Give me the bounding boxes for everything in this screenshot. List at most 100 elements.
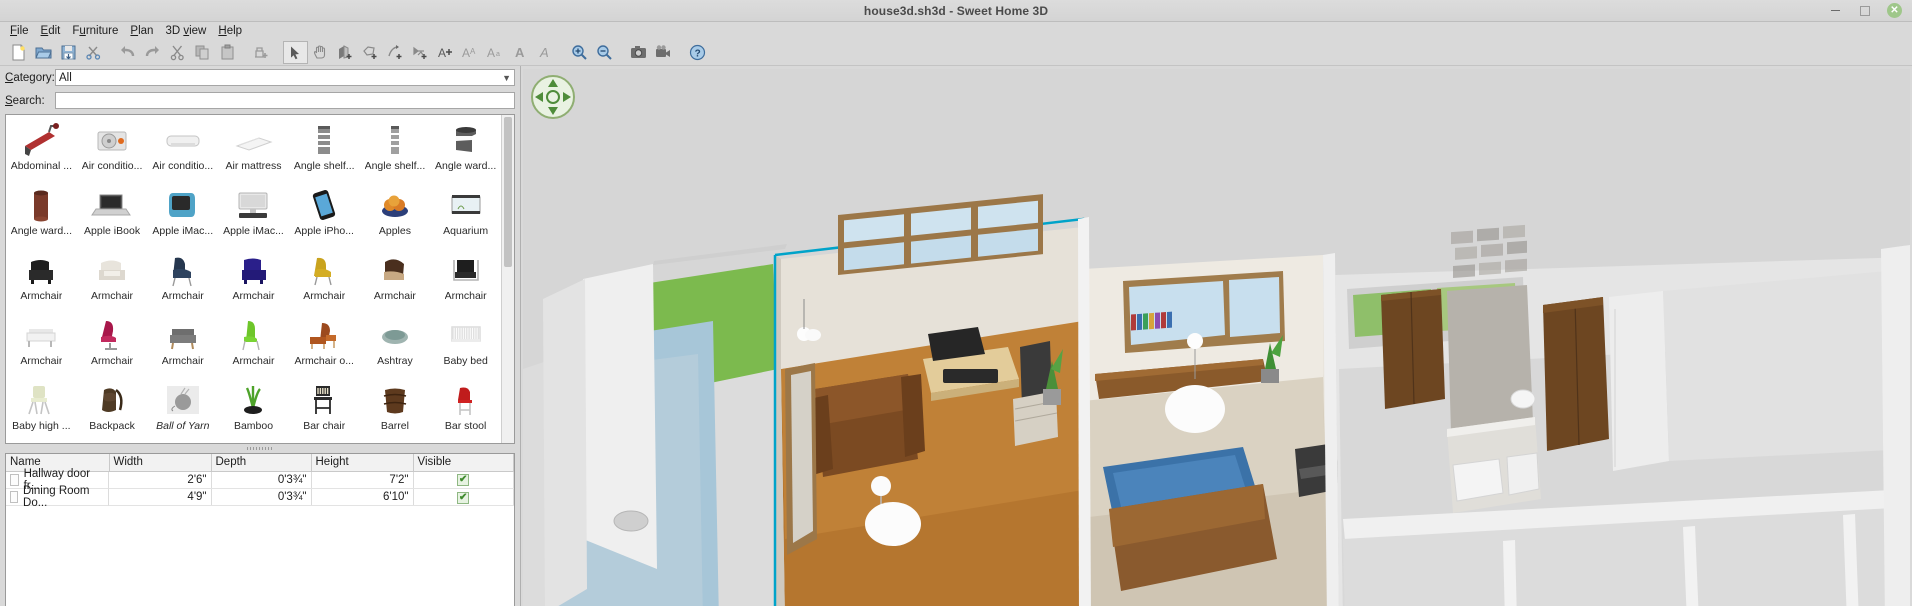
- home-3d-view[interactable]: [523, 69, 1910, 606]
- menu-file[interactable]: File: [4, 24, 35, 38]
- catalog-item[interactable]: Bar stool: [6, 440, 77, 443]
- catalog-item[interactable]: Angle shelf...: [289, 115, 360, 180]
- undo-button[interactable]: [115, 41, 140, 64]
- photo-button[interactable]: [626, 41, 651, 64]
- create-dimensions-button[interactable]: [408, 41, 433, 64]
- menu-help[interactable]: Help: [212, 24, 248, 38]
- paste-button[interactable]: [215, 41, 240, 64]
- minimize-button[interactable]: [1827, 3, 1843, 19]
- close-button[interactable]: ✕: [1887, 3, 1902, 18]
- armchair-green-icon: [225, 313, 281, 355]
- cut-button[interactable]: [165, 41, 190, 64]
- pan-tool-button[interactable]: [308, 41, 333, 64]
- decrease-text-size-button[interactable]: Aa: [483, 41, 508, 64]
- left-pane-splitter[interactable]: [0, 444, 520, 453]
- catalog-item[interactable]: Air conditio...: [147, 115, 218, 180]
- column-header-height[interactable]: Height: [311, 454, 414, 472]
- catalog-item[interactable]: Baby bed: [430, 310, 501, 375]
- category-combobox[interactable]: All ▼: [55, 69, 515, 86]
- catalog-item-label: Aquarium: [443, 225, 489, 237]
- catalog-item[interactable]: Armchair: [147, 310, 218, 375]
- catalog-item-label: Air mattress: [225, 160, 282, 172]
- catalog-item[interactable]: Angle shelf...: [360, 115, 431, 180]
- catalog-item[interactable]: Abdominal ...: [6, 115, 77, 180]
- air-conditioner-outdoor-icon: [84, 118, 140, 160]
- create-polylines-button[interactable]: [383, 41, 408, 64]
- redo-button[interactable]: [140, 41, 165, 64]
- catalog-item[interactable]: Air mattress: [218, 115, 289, 180]
- catalog-item[interactable]: Apple iMac...: [218, 180, 289, 245]
- menu-3d-view[interactable]: 3D view: [159, 24, 212, 38]
- search-input[interactable]: [55, 92, 515, 109]
- air-conditioner-split-icon: [155, 118, 211, 160]
- catalog-item[interactable]: Armchair: [360, 245, 431, 310]
- copy-button[interactable]: [190, 41, 215, 64]
- catalog-item[interactable]: Apple iBook: [77, 180, 148, 245]
- open-button[interactable]: [31, 41, 56, 64]
- catalog-item[interactable]: Apple iPho...: [289, 180, 360, 245]
- zoom-out-button[interactable]: [592, 41, 617, 64]
- catalog-item[interactable]: Armchair: [147, 245, 218, 310]
- backpack-icon: [84, 378, 140, 420]
- ashtray-icon: [367, 313, 423, 355]
- help-button[interactable]: ?: [685, 41, 710, 64]
- catalog-item[interactable]: Angle ward...: [6, 180, 77, 245]
- cell-visible[interactable]: ✔: [413, 488, 514, 506]
- video-button[interactable]: [651, 41, 676, 64]
- catalog-item[interactable]: Backpack: [77, 375, 148, 440]
- create-rooms-button[interactable]: [358, 41, 383, 64]
- menu-furniture[interactable]: Furniture: [66, 24, 124, 38]
- catalog-item-label: Armchair: [161, 355, 204, 367]
- catalog-item-label: Barrel: [380, 420, 409, 432]
- increase-text-size-button[interactable]: AA: [458, 41, 483, 64]
- new-home-button[interactable]: [6, 41, 31, 64]
- catalog-item[interactable]: Armchair: [6, 245, 77, 310]
- maximize-button[interactable]: [1857, 3, 1873, 19]
- column-header-width[interactable]: Width: [109, 454, 212, 472]
- zoom-in-button[interactable]: [567, 41, 592, 64]
- cell-visible[interactable]: ✔: [413, 471, 514, 489]
- catalog-item[interactable]: Bamboo: [218, 375, 289, 440]
- save-button[interactable]: [56, 41, 81, 64]
- catalog-item[interactable]: Armchair: [430, 245, 501, 310]
- select-tool-button[interactable]: [283, 41, 308, 64]
- catalog-item[interactable]: Apples: [360, 180, 431, 245]
- catalog-item[interactable]: Apple iMac...: [147, 180, 218, 245]
- bold-style-button[interactable]: A: [508, 41, 533, 64]
- catalog-item[interactable]: Angle ward...: [430, 115, 501, 180]
- catalog-item[interactable]: Armchair: [218, 310, 289, 375]
- catalog-item[interactable]: Baby high ...: [6, 375, 77, 440]
- visible-checkbox[interactable]: ✔: [457, 491, 470, 504]
- table-row[interactable]: Dining Room Do... 4'9" 0'3¾" 6'10" ✔: [6, 485, 514, 509]
- catalog-item[interactable]: Armchair: [218, 245, 289, 310]
- catalog-item[interactable]: Armchair o...: [289, 310, 360, 375]
- svg-text:A: A: [487, 46, 495, 60]
- add-furniture-button[interactable]: [249, 41, 274, 64]
- catalog-scrollbar-thumb[interactable]: [504, 117, 512, 267]
- menu-plan[interactable]: Plan: [124, 24, 159, 38]
- create-walls-button[interactable]: [333, 41, 358, 64]
- navigation-compass[interactable]: [529, 73, 577, 121]
- catalog-item[interactable]: Armchair: [6, 310, 77, 375]
- column-header-depth[interactable]: Depth: [211, 454, 312, 472]
- menu-edit[interactable]: Edit: [35, 24, 67, 38]
- catalog-item[interactable]: Air conditio...: [77, 115, 148, 180]
- catalog-item[interactable]: Barrel: [360, 375, 431, 440]
- catalog-item[interactable]: Bar chair: [289, 375, 360, 440]
- add-text-button[interactable]: A: [433, 41, 458, 64]
- catalog-item[interactable]: Aquarium: [430, 180, 501, 245]
- catalog-item[interactable]: Bar stool: [430, 375, 501, 440]
- svg-text:A: A: [470, 47, 476, 56]
- catalog-item[interactable]: Armchair: [289, 245, 360, 310]
- catalog-item-label: Ball of Yarn: [156, 420, 210, 432]
- catalog-item[interactable]: Ball of Yarn: [147, 375, 218, 440]
- catalog-scrollbar[interactable]: [501, 115, 514, 443]
- italic-style-button[interactable]: A: [533, 41, 558, 64]
- catalog-item[interactable]: Armchair: [77, 245, 148, 310]
- preferences-button[interactable]: [81, 41, 106, 64]
- catalog-item[interactable]: Ashtray: [360, 310, 431, 375]
- column-header-visible[interactable]: Visible: [413, 454, 514, 472]
- catalog-item[interactable]: Armchair: [77, 310, 148, 375]
- bamboo-plant-icon: [225, 378, 281, 420]
- visible-checkbox[interactable]: ✔: [457, 474, 470, 487]
